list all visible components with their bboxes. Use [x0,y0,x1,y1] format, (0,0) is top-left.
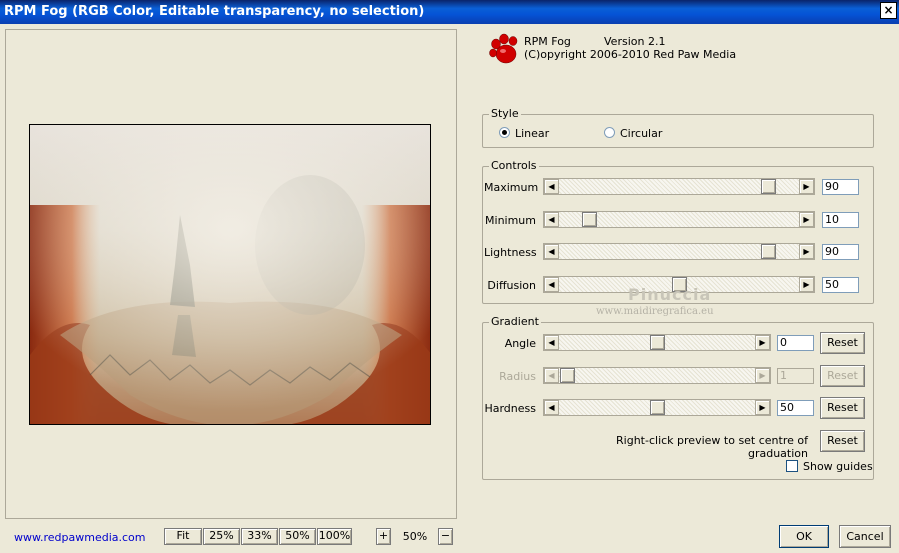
slider-left-arrow[interactable]: ◀ [544,244,559,259]
cancel-button[interactable]: Cancel [839,525,891,548]
app-name: RPM Fog [524,35,571,48]
graduation-reset-button[interactable]: Reset [820,430,865,452]
slider-thumb[interactable] [650,335,665,350]
minimum-slider[interactable]: ◀ ▶ [543,211,815,228]
zoom-out-button[interactable]: − [438,528,453,545]
style-legend: Style [489,107,521,121]
slider-thumb[interactable] [761,179,776,194]
app-version: Version 2.1 [604,35,666,48]
zoom-25-button[interactable]: 25% [203,528,240,545]
minimum-label: Minimum [485,214,536,227]
radius-reset-button[interactable]: Reset [820,365,865,387]
close-icon[interactable]: × [880,2,897,19]
slider-left-arrow[interactable]: ◀ [544,368,559,383]
minimum-field[interactable]: 10 [822,212,859,228]
preview-image[interactable] [29,124,431,425]
slider-right-arrow[interactable]: ▶ [755,335,770,350]
lightness-label: Lightness [484,246,537,259]
maximum-slider[interactable]: ◀ ▶ [543,178,815,195]
lightness-slider[interactable]: ◀ ▶ [543,243,815,260]
graduation-hint: Right-click preview to set centre of gra… [616,434,808,460]
slider-left-arrow[interactable]: ◀ [544,277,559,292]
slider-left-arrow[interactable]: ◀ [544,179,559,194]
slider-thumb[interactable] [560,368,575,383]
radio-linear[interactable] [499,127,510,138]
zoom-33-button[interactable]: 33% [241,528,278,545]
slider-right-arrow[interactable]: ▶ [755,368,770,383]
angle-label: Angle [504,337,536,350]
maximum-field[interactable]: 90 [822,179,859,195]
hardness-slider[interactable]: ◀ ▶ [543,399,771,416]
slider-right-arrow[interactable]: ▶ [799,277,814,292]
diffusion-label: Diffusion [487,279,536,292]
slider-right-arrow[interactable]: ▶ [799,212,814,227]
show-guides-checkbox[interactable] [786,460,798,472]
ok-button[interactable]: OK [779,525,829,548]
watermark-site: www.maidiregrafica.eu [596,306,714,317]
slider-left-arrow[interactable]: ◀ [544,212,559,227]
slider-thumb[interactable] [650,400,665,415]
app-copyright: (C)opyright 2006-2010 Red Paw Media [524,48,737,61]
red-paw-icon [487,33,521,65]
gradient-legend: Gradient [489,315,541,329]
radio-circular-label: Circular [620,127,663,140]
slider-left-arrow[interactable]: ◀ [544,335,559,350]
radius-field[interactable]: 1 [777,368,814,384]
radio-circular[interactable] [604,127,615,138]
maximum-label: Maximum [484,181,539,194]
zoom-fit-button[interactable]: Fit [164,528,202,545]
radius-slider[interactable]: ◀ ▶ [543,367,771,384]
zoom-100-button[interactable]: 100% [317,528,352,545]
zoom-level: 50% [402,530,428,543]
slider-right-arrow[interactable]: ▶ [799,179,814,194]
slider-thumb[interactable] [582,212,597,227]
hardness-label: Hardness [484,402,536,415]
zoom-in-button[interactable]: + [376,528,391,545]
slider-left-arrow[interactable]: ◀ [544,400,559,415]
radius-label: Radius [499,370,536,383]
angle-field[interactable]: 0 [777,335,814,351]
slider-right-arrow[interactable]: ▶ [799,244,814,259]
slider-thumb[interactable] [761,244,776,259]
title-bar: RPM Fog (RGB Color, Editable transparenc… [0,0,899,24]
website-link[interactable]: www.redpawmedia.com [14,531,145,544]
diffusion-field[interactable]: 50 [822,277,859,293]
zoom-50-button[interactable]: 50% [279,528,316,545]
hardness-field[interactable]: 50 [777,400,814,416]
lightness-field[interactable]: 90 [822,244,859,260]
hardness-reset-button[interactable]: Reset [820,397,865,419]
slider-right-arrow[interactable]: ▶ [755,400,770,415]
window-title: RPM Fog (RGB Color, Editable transparenc… [4,4,425,19]
controls-legend: Controls [489,159,539,173]
angle-reset-button[interactable]: Reset [820,332,865,354]
watermark-name: Pinuccia [628,285,712,304]
angle-slider[interactable]: ◀ ▶ [543,334,771,351]
show-guides-label: Show guides [803,460,873,473]
radio-linear-label: Linear [515,127,550,140]
